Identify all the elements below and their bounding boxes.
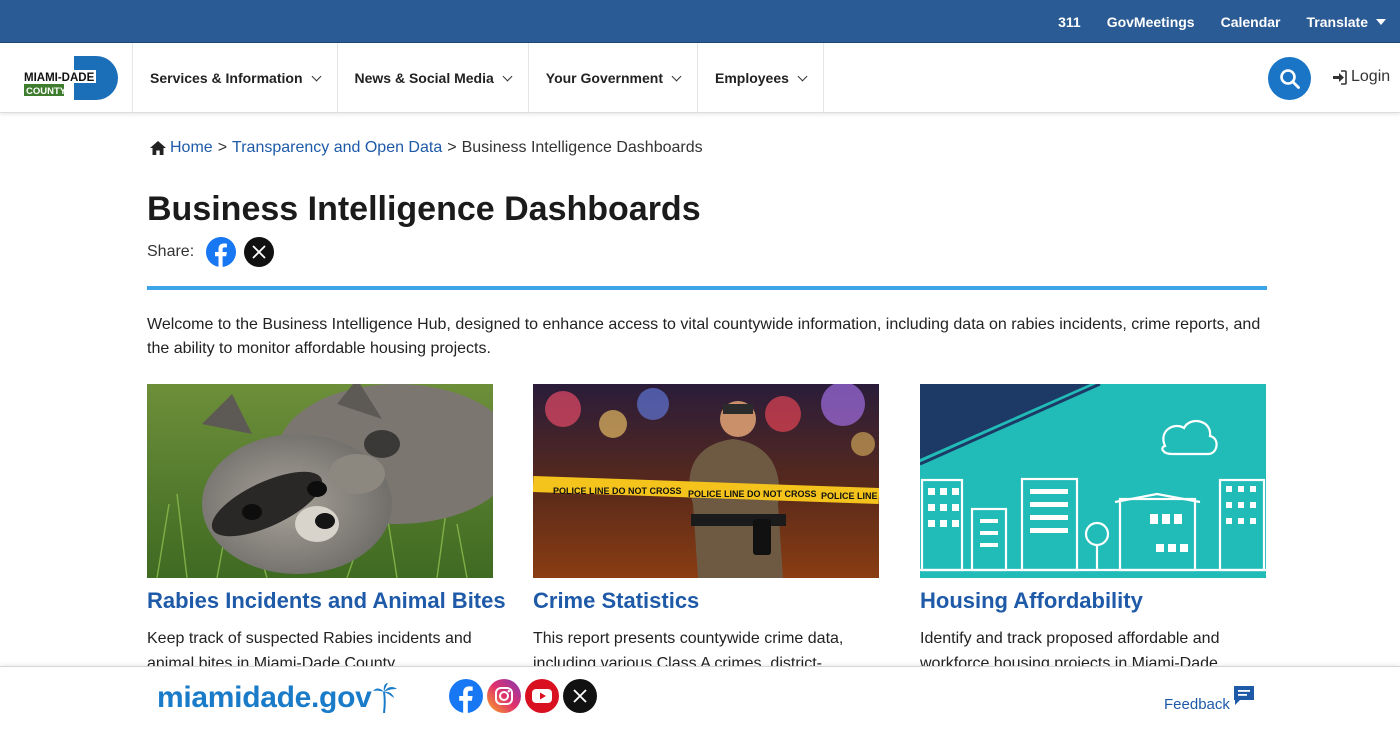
- nav-label: Employees: [714, 70, 789, 86]
- miami-dade-logo[interactable]: MIAMI-DADE COUNTY: [22, 56, 118, 100]
- tape-text-2: POLICE LINE DO NOT CROSS: [688, 489, 817, 499]
- share-bar: Share:: [147, 237, 282, 267]
- card-housing: Housing Affordability Identify and track…: [920, 384, 1267, 676]
- footer-social: [449, 679, 601, 713]
- sticky-footer: miamidade.gov Feedback: [0, 666, 1400, 734]
- card-crime: POLICE LINE DO NOT CROSS POLICE LINE DO …: [533, 384, 880, 676]
- facebook-icon: [215, 243, 228, 267]
- youtube-icon: [532, 689, 552, 703]
- card-title-crime[interactable]: Crime Statistics: [533, 588, 880, 614]
- police-image[interactable]: POLICE LINE DO NOT CROSS POLICE LINE DO …: [533, 384, 879, 578]
- chat-bubble-icon: [1233, 686, 1254, 705]
- logo-text-county: COUNTY: [26, 86, 67, 97]
- tape-text-1: POLICE LINE DO NOT CROSS: [553, 486, 682, 496]
- facebook-icon: [459, 686, 473, 713]
- main-navigation: MIAMI-DADE COUNTY Services & Information…: [0, 43, 1400, 113]
- breadcrumb-separator: >: [447, 139, 457, 156]
- utility-link-311[interactable]: 311: [1058, 14, 1081, 30]
- page-title: Business Intelligence Dashboards: [147, 190, 701, 228]
- home-icon: [150, 141, 166, 155]
- breadcrumb-home[interactable]: Home: [170, 139, 213, 157]
- footer-brand[interactable]: miamidade.gov: [157, 681, 398, 715]
- feedback-label: Feedback: [1164, 696, 1230, 713]
- chevron-down-icon: [797, 71, 808, 81]
- search-icon: [1279, 68, 1300, 89]
- nav-label: News & Social Media: [354, 70, 494, 86]
- nav-menu: Services & Information News & Social Med…: [132, 43, 824, 113]
- instagram-icon: [495, 687, 513, 705]
- facebook-share-button[interactable]: [206, 237, 237, 267]
- login-link[interactable]: Login: [1332, 68, 1390, 86]
- search-button[interactable]: [1268, 57, 1311, 100]
- sign-in-icon: [1333, 69, 1347, 85]
- nav-news-social-media[interactable]: News & Social Media: [336, 43, 528, 113]
- translate-dropdown[interactable]: Translate: [1307, 14, 1386, 30]
- tape-text-3: POLICE LINE DO NOT CROSS: [821, 491, 879, 501]
- chevron-down-icon: [311, 71, 321, 81]
- nav-label: Your Government: [545, 70, 663, 86]
- x-share-button[interactable]: [244, 237, 275, 267]
- instagram-link[interactable]: [487, 679, 521, 713]
- share-label: Share:: [147, 243, 195, 260]
- chevron-down-icon: [671, 71, 682, 81]
- utility-links: 311 GovMeetings Calendar Translate: [1032, 0, 1386, 43]
- breadcrumb-current: Business Intelligence Dashboards: [461, 139, 703, 156]
- card-title-housing[interactable]: Housing Affordability: [920, 588, 1267, 614]
- breadcrumb-transparency[interactable]: Transparency and Open Data: [232, 139, 442, 157]
- card-title-rabies[interactable]: Rabies Incidents and Animal Bites: [147, 588, 506, 614]
- facebook-link[interactable]: [449, 679, 483, 713]
- feedback-button[interactable]: Feedback: [1164, 685, 1256, 713]
- x-icon: [252, 245, 266, 259]
- section-divider: [147, 286, 1267, 290]
- chevron-down-icon: [502, 71, 513, 81]
- nav-services-information[interactable]: Services & Information: [132, 43, 337, 113]
- breadcrumb: Home > Transparency and Open Data > Busi…: [150, 139, 703, 157]
- card-rabies: Rabies Incidents and Animal Bites Keep t…: [147, 384, 506, 676]
- logo-text-miami-dade: MIAMI-DADE: [24, 72, 95, 84]
- x-icon: [573, 689, 587, 703]
- translate-label: Translate: [1306, 13, 1368, 30]
- housing-illustration[interactable]: [920, 384, 1266, 578]
- brand-text: miamidade.gov: [157, 681, 372, 714]
- nav-employees[interactable]: Employees: [696, 43, 824, 113]
- utility-bar: 311 GovMeetings Calendar Translate: [0, 0, 1400, 43]
- raccoon-image[interactable]: [147, 384, 493, 578]
- utility-link-govmeetings[interactable]: GovMeetings: [1107, 14, 1195, 30]
- utility-link-calendar[interactable]: Calendar: [1221, 14, 1281, 30]
- nav-label: Services & Information: [150, 70, 303, 86]
- login-label: Login: [1351, 68, 1391, 85]
- palm-tree-icon: [372, 683, 397, 713]
- caret-down-icon: [1376, 18, 1386, 25]
- breadcrumb-separator: >: [217, 139, 228, 156]
- youtube-link[interactable]: [525, 679, 559, 713]
- intro-text: Welcome to the Business Intelligence Hub…: [147, 316, 1261, 357]
- x-link[interactable]: [563, 679, 597, 713]
- nav-your-government[interactable]: Your Government: [527, 43, 697, 113]
